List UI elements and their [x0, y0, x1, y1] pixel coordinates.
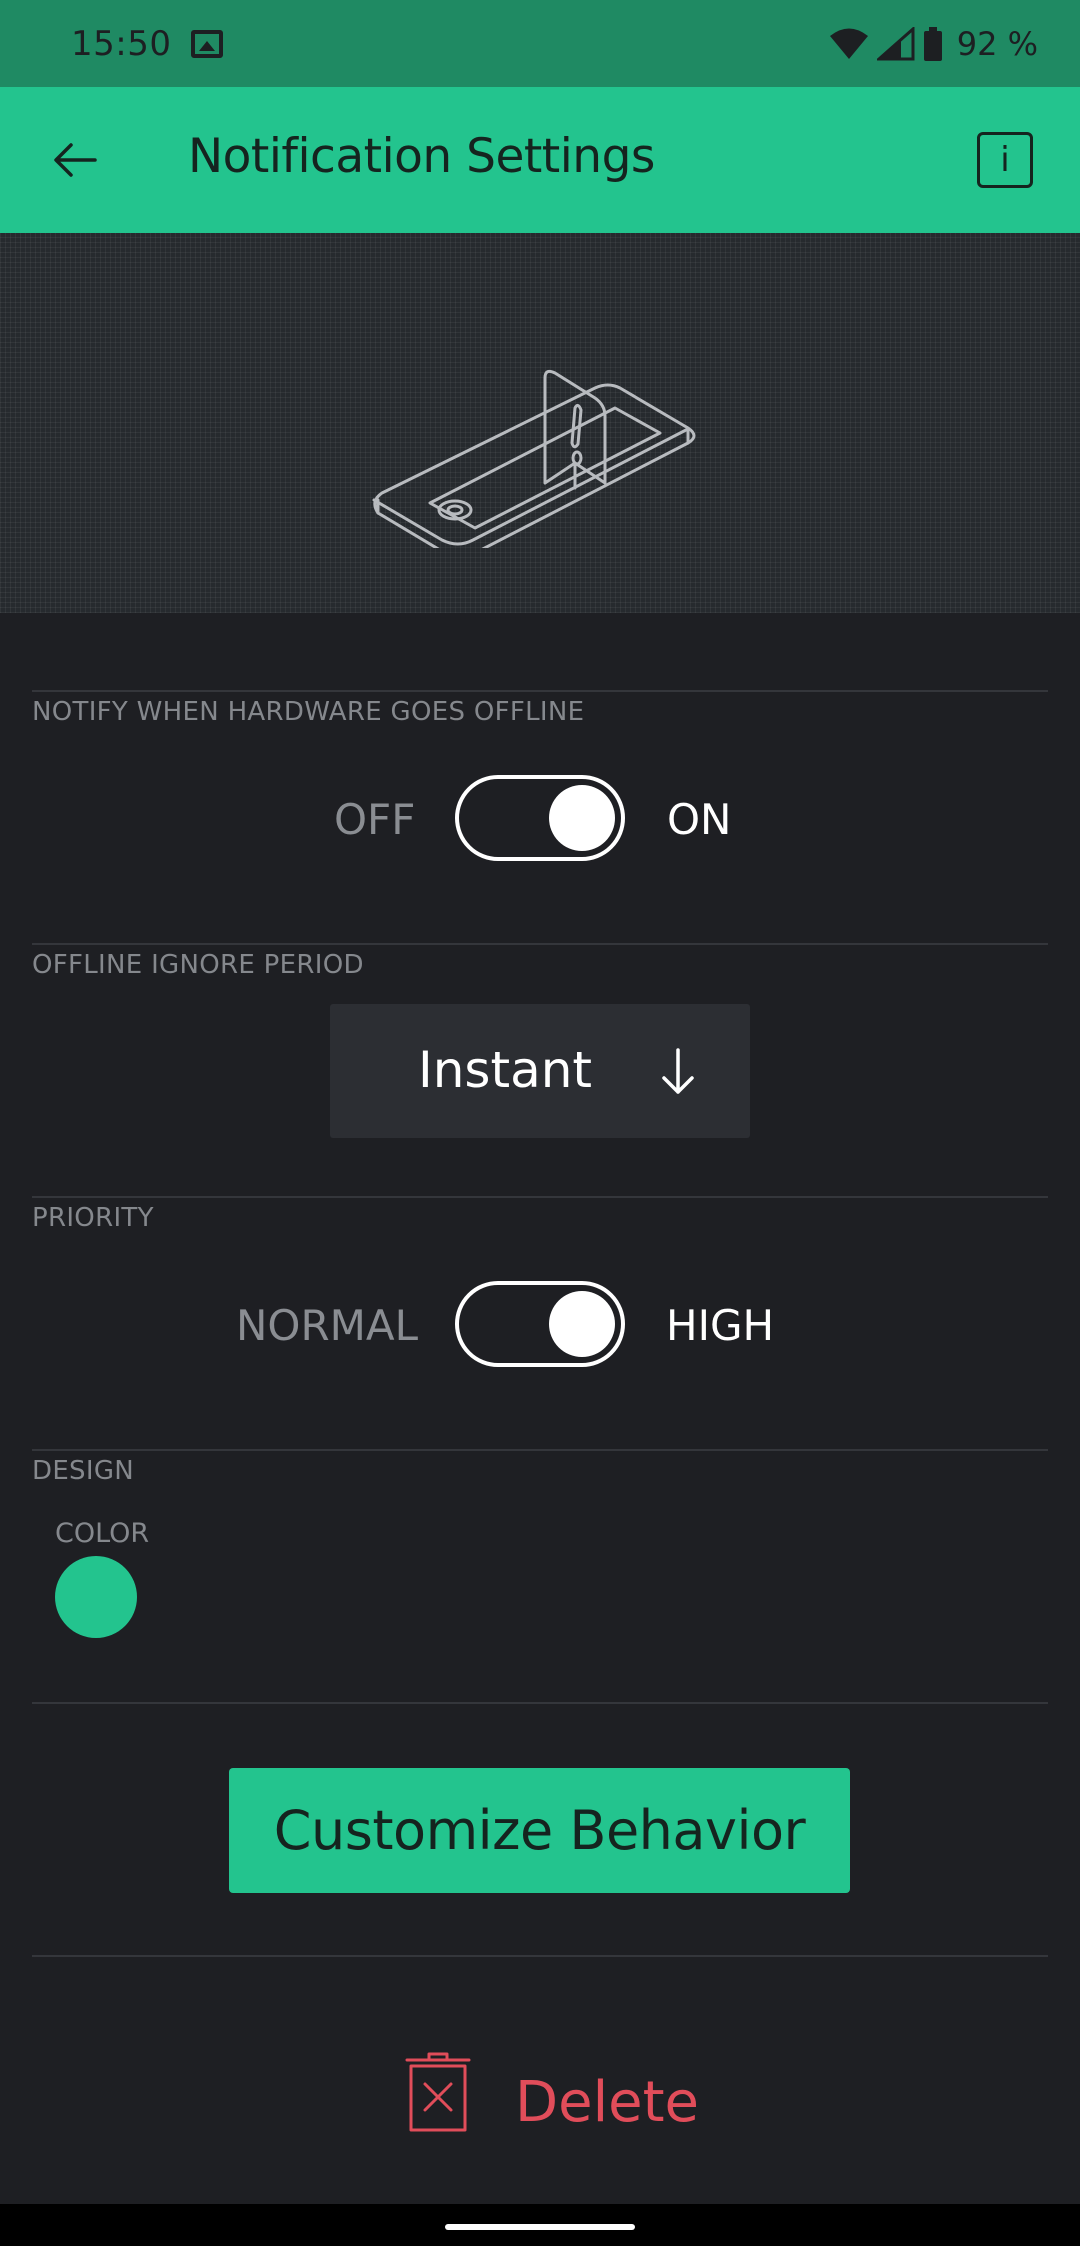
- design-label: DESIGN: [32, 1456, 135, 1486]
- arrow-left-icon: [54, 143, 97, 177]
- page-title: Notification Settings: [188, 129, 655, 184]
- priority-toggle[interactable]: [455, 1281, 625, 1367]
- priority-label: PRIORITY: [32, 1203, 154, 1233]
- delete-button[interactable]: Delete: [405, 2046, 705, 2176]
- divider: [32, 690, 1048, 692]
- offline-toggle[interactable]: [455, 775, 625, 861]
- info-icon: i: [1000, 140, 1010, 180]
- priority-normal-label: NORMAL: [236, 1301, 419, 1350]
- battery-percent: 92 %: [956, 24, 1038, 63]
- priority-high-label: HIGH: [666, 1301, 775, 1350]
- color-label: COLOR: [55, 1518, 150, 1549]
- offline-switch-row: OFF ON: [0, 775, 1080, 865]
- status-icons: 92 %: [829, 25, 1038, 63]
- divider: [32, 1955, 1048, 1957]
- back-button[interactable]: [40, 125, 110, 195]
- hero-illustration: [0, 233, 1080, 613]
- priority-switch-row: NORMAL HIGH: [0, 1281, 1080, 1371]
- offline-section-label: NOTIFY WHEN HARDWARE GOES OFFLINE: [32, 697, 585, 727]
- delete-label: Delete: [515, 2070, 699, 2135]
- signal-icon: [876, 26, 915, 60]
- home-indicator[interactable]: [445, 2224, 635, 2230]
- customize-behavior-button[interactable]: Customize Behavior: [229, 1768, 850, 1893]
- ignore-period-label: OFFLINE IGNORE PERIOD: [32, 950, 364, 980]
- toggle-knob: [549, 785, 615, 851]
- status-bar: 15:50 92 %: [0, 0, 1080, 87]
- trash-icon: [405, 2052, 471, 2132]
- info-button[interactable]: i: [977, 132, 1033, 188]
- status-time: 15:50: [71, 23, 172, 64]
- ignore-period-dropdown[interactable]: Instant: [330, 1004, 750, 1138]
- wifi-icon: [829, 28, 868, 59]
- phone-alert-illustration: [372, 369, 696, 548]
- divider: [32, 1449, 1048, 1451]
- divider: [32, 943, 1048, 945]
- arrow-down-icon: [662, 1048, 694, 1094]
- ignore-period-value: Instant: [418, 1041, 593, 1099]
- offline-off-label: OFF: [334, 795, 416, 844]
- gallery-icon: [191, 29, 224, 58]
- divider: [32, 1196, 1048, 1198]
- color-swatch[interactable]: [55, 1556, 137, 1638]
- app-bar: Notification Settings i: [0, 87, 1080, 233]
- divider: [32, 1702, 1048, 1704]
- offline-on-label: ON: [667, 795, 732, 844]
- battery-icon: [923, 26, 942, 61]
- toggle-knob: [549, 1291, 615, 1357]
